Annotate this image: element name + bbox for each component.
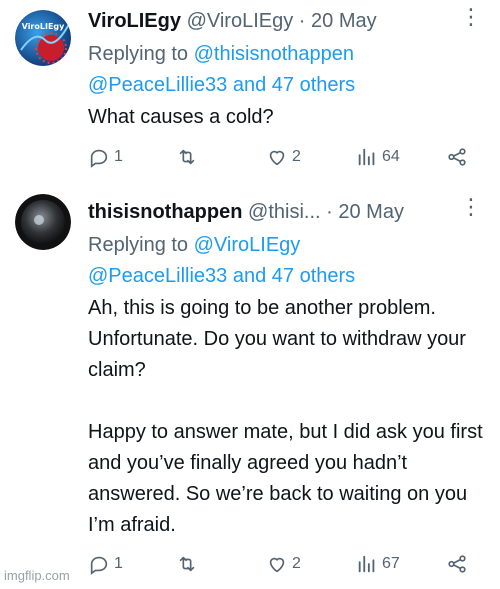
views-chart-icon <box>358 148 375 166</box>
tweet-header: thisisnothappen @thisi... · 20 May <box>88 201 404 224</box>
reply-count: 1 <box>114 148 123 165</box>
tweet-header: ViroLIEgy @ViroLIEgy · 20 May <box>88 10 377 33</box>
replying-to-label: Replying to <box>88 43 189 65</box>
separator-dot: · <box>326 201 333 223</box>
heart-icon <box>269 557 285 573</box>
views-chart-icon <box>358 555 375 573</box>
share-button[interactable] <box>446 145 468 169</box>
watermark: imgflip.com <box>4 568 70 583</box>
heart-icon <box>269 150 285 166</box>
replying-to: Replying to @ViroLIEgy @PeaceLillie33 an… <box>88 230 355 292</box>
like-count: 2 <box>292 148 301 165</box>
avatar[interactable] <box>15 194 71 250</box>
like-button[interactable]: 2 <box>266 145 301 169</box>
more-options-icon[interactable]: ⋮ <box>460 6 482 28</box>
replying-to-label: Replying to <box>88 234 189 256</box>
like-button[interactable]: 2 <box>266 552 301 576</box>
author-name[interactable]: thisisnothappen <box>88 201 242 223</box>
action-bar: 1 2 64 <box>88 145 478 169</box>
mention-link[interactable]: @PeaceLillie33 <box>88 74 227 96</box>
mention-link[interactable]: @ViroLIEgy <box>194 234 301 256</box>
tweet-paragraph: Ah, this is going to be another problem.… <box>88 297 466 381</box>
reply-icon <box>90 149 108 168</box>
reply-button[interactable]: 1 <box>88 145 123 169</box>
views-button[interactable]: 64 <box>356 145 400 169</box>
retweet-button[interactable] <box>176 552 198 576</box>
virus-logo-icon: ViroLIEgy <box>15 10 71 66</box>
tweet-virology[interactable]: ViroLIEgy ViroLIEgy @ViroLIEgy · 20 May … <box>0 0 500 190</box>
retweet-button[interactable] <box>176 145 198 169</box>
others-link[interactable]: and 47 others <box>233 74 355 96</box>
replying-to: Replying to @thisisnothappen @PeaceLilli… <box>88 39 355 101</box>
avatar[interactable]: ViroLIEgy <box>15 10 71 66</box>
mention-link[interactable]: @thisisnothappen <box>194 43 354 65</box>
separator-dot: · <box>298 10 306 32</box>
author-handle[interactable]: @thisi... <box>248 201 321 223</box>
retweet-icon <box>179 556 195 572</box>
like-count: 2 <box>292 555 301 572</box>
mention-link[interactable]: @PeaceLillie33 <box>88 265 227 287</box>
author-handle[interactable]: @ViroLIEgy <box>187 10 294 32</box>
view-count: 64 <box>382 148 400 165</box>
more-options-icon[interactable]: ⋮ <box>460 196 482 218</box>
tweet-date[interactable]: 20 May <box>311 10 377 32</box>
tweet-text: What causes a cold? <box>88 102 488 133</box>
share-icon <box>448 148 466 166</box>
share-button[interactable] <box>446 552 468 576</box>
retweet-icon <box>179 149 195 165</box>
action-bar: 1 2 67 <box>88 552 478 576</box>
dark-sphere-avatar-icon <box>15 194 71 250</box>
tweet-text: Ah, this is going to be another problem.… <box>88 293 488 541</box>
tweet-paragraph: Happy to answer mate, but I did ask you … <box>88 421 483 536</box>
author-name[interactable]: ViroLIEgy <box>88 10 181 32</box>
others-link[interactable]: and 47 others <box>233 265 355 287</box>
reply-button[interactable]: 1 <box>88 552 123 576</box>
view-count: 67 <box>382 555 400 572</box>
share-icon <box>448 555 466 573</box>
tweet-date[interactable]: 20 May <box>338 201 404 223</box>
reply-icon <box>90 556 108 575</box>
reply-count: 1 <box>114 555 123 572</box>
tweet-paragraph: What causes a cold? <box>88 106 274 128</box>
svg-text:ViroLIEgy: ViroLIEgy <box>22 22 66 31</box>
views-button[interactable]: 67 <box>356 552 400 576</box>
